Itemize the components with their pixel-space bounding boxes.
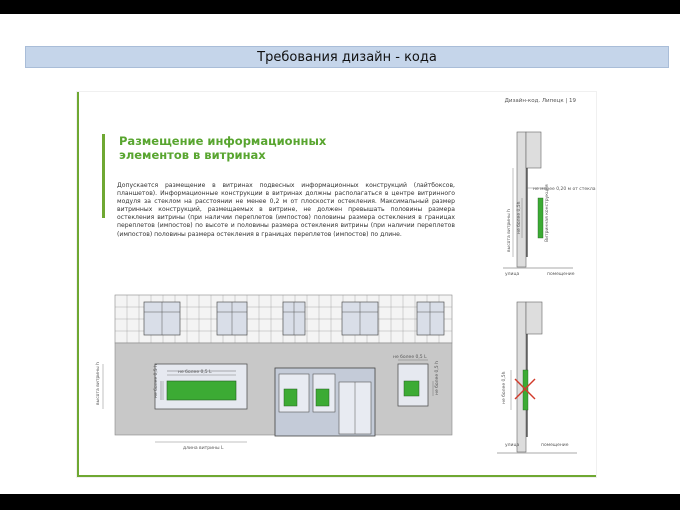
section-sign-top [537,197,544,239]
section-top-distance: не менее 0,20 м от стекла [533,186,596,192]
section-bottom-room: помещение [541,443,569,448]
slide-title-bar: Требования дизайн - кода [25,46,669,68]
dim-max-height-left: не более 0,5 h [153,364,159,398]
section-bottom-street: улица [505,443,520,448]
dim-max-width-right: не более 0,5 L [393,354,427,360]
section-top-drawing [503,131,573,269]
entrance-shop-window [274,367,376,437]
dim-window-height: высота витрины h [95,362,101,405]
section-top-height: высота витрины h [506,209,512,252]
lightbox-sign-left [166,380,237,401]
section-bottom-half-height: не более 0,5h [501,371,507,404]
upper-wall [114,294,453,344]
sign-green-1 [283,388,298,407]
slide: Требования дизайн - кода Дизайн-код. Лип… [0,14,680,494]
section-top-street: улица [505,272,520,277]
section-bottom-drawing [497,301,577,454]
sign-green-3 [403,380,420,397]
section-top-room: помещение [547,272,575,277]
section-top-label-vertical: Витринная конструкция [544,184,550,242]
dim-max-width-left: не более 0,5 L [178,369,212,375]
right-shop-window [397,363,429,407]
document-page: Дизайн-код. Липецк | 19 Размещение инфор… [77,92,596,477]
dim-max-height-right: не более 0,5 h [434,361,440,395]
facade-drawing: не более 0,5 L не более 0,5 h не более 0… [95,131,596,454]
dim-window-length: длина витрины L [183,445,224,451]
section-top-half-height: не более 0,5h [516,201,522,234]
slide-title: Требования дизайн - кода [257,50,437,65]
sign-green-2 [315,388,330,407]
